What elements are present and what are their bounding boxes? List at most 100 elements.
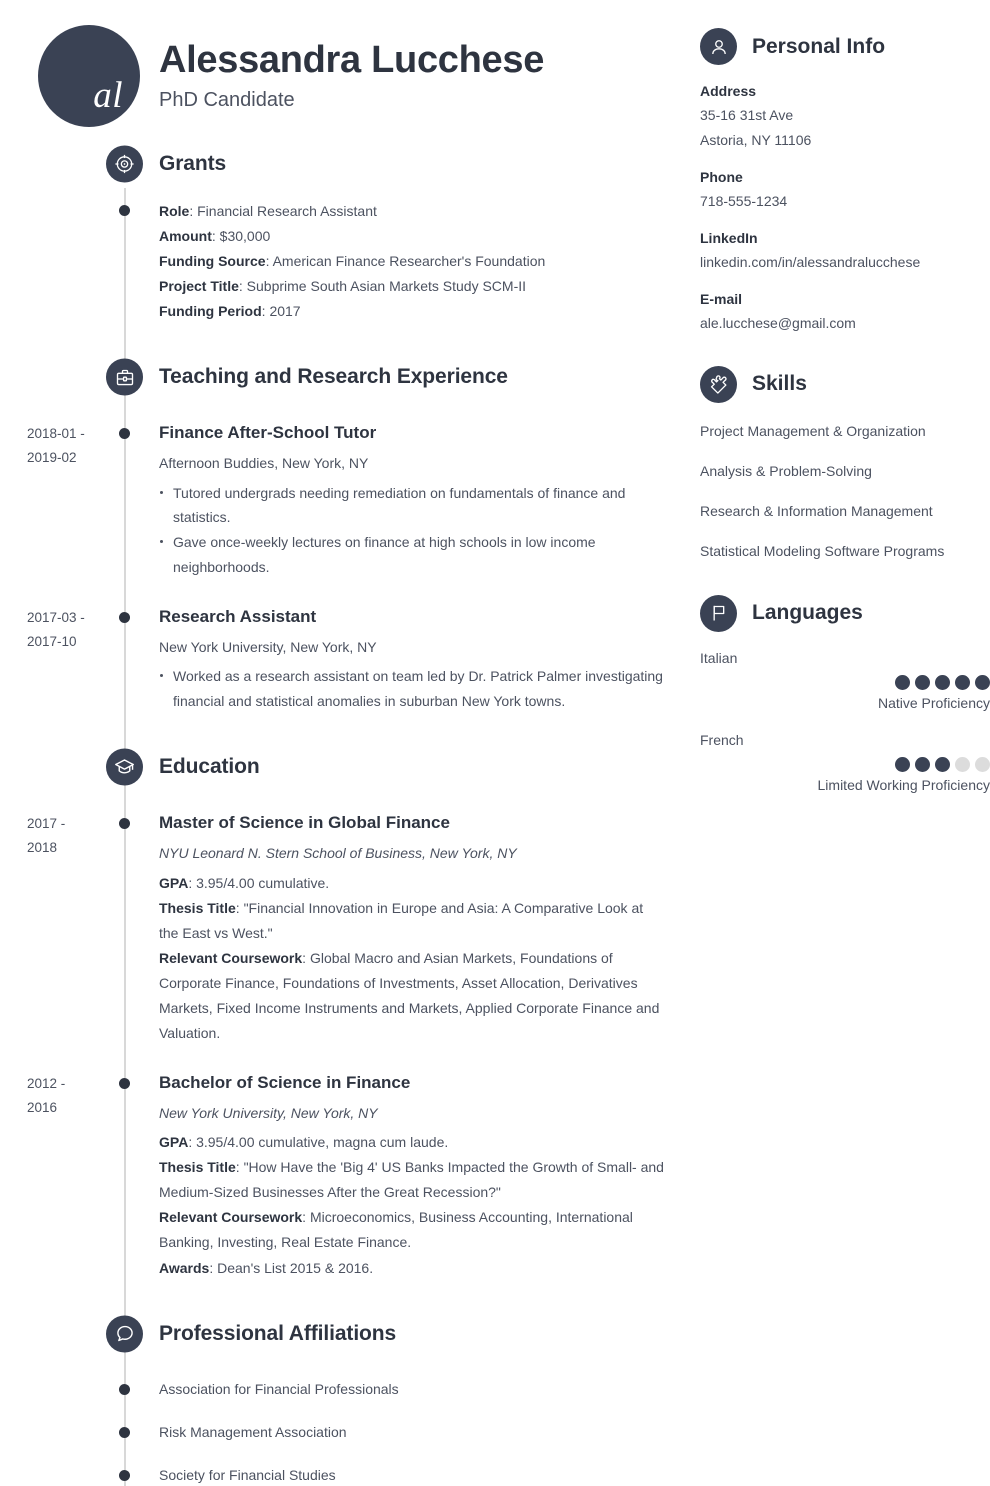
entry-subtitle: NYU Leonard N. Stern School of Business,… <box>159 845 517 862</box>
personal-info-fields: Address 35-16 31st Ave Astoria, NY 11106… <box>700 83 990 336</box>
page-title: Alessandra Lucchese <box>159 39 545 81</box>
education-field: Relevant Coursework: Microeconomics, Bus… <box>159 1209 633 1251</box>
education-entry: 2017 - 2018 Master of Science in Global … <box>0 812 690 1046</box>
timeline-dot <box>119 428 130 440</box>
language-name: Italian <box>700 649 738 666</box>
grant-field: Funding Period: 2017 <box>159 303 301 320</box>
grant-field: Role: Financial Research Assistant <box>159 203 377 219</box>
briefcase-icon <box>106 358 143 396</box>
affiliation-row: Risk Management Association <box>0 1422 690 1443</box>
experience-entry: 2018-01 - 2019-02 Finance After-School T… <box>0 422 690 579</box>
language-level: Limited Working Proficiency <box>817 776 990 793</box>
sidebar-header-personal-info: Personal Info <box>700 28 990 65</box>
affiliation-label: Association for Financial Professionals <box>159 1380 399 1397</box>
info-value-email[interactable]: ale.lucchese@gmail.com <box>700 311 990 336</box>
list-item: Tutored undergrads needing remediation o… <box>159 481 664 530</box>
info-label-address: Address <box>700 83 757 99</box>
proficiency-dot <box>975 756 990 772</box>
section-title-grants: Grants <box>159 152 227 175</box>
entry-subtitle: New York University, New York, NY <box>159 639 377 656</box>
section-header-experience: Teaching and Research Experience <box>0 358 690 396</box>
list-item: Worked as a research assistant on team l… <box>159 664 664 713</box>
skill-item: Statistical Modeling Software Programs <box>700 542 945 559</box>
education-field: Relevant Coursework: Global Macro and As… <box>159 949 660 1041</box>
info-value-phone: 718-555-1234 <box>700 192 788 209</box>
language-level: Native Proficiency <box>877 694 990 711</box>
section-title-experience: Teaching and Research Experience <box>159 365 508 389</box>
education-field: Thesis Title: "Financial Innovation in E… <box>159 899 644 941</box>
grants-list: Role: Financial Research Assistant Amoun… <box>159 199 664 324</box>
proficiency-dot <box>915 674 930 690</box>
sidebar-title-languages: Languages <box>752 601 863 625</box>
education-details: GPA: 3.95/4.00 cumulative, magna cum lau… <box>159 1130 664 1280</box>
timeline-dot <box>119 612 130 624</box>
flag-icon <box>700 594 737 632</box>
entry-dates: 2018-01 - 2019-02 <box>27 426 85 466</box>
language-entry: Italian Native Proficiency <box>700 650 990 711</box>
entry-title: Research Assistant <box>159 607 317 627</box>
education-field: Awards: Dean's List 2015 & 2016. <box>159 1259 374 1276</box>
proficiency-dots <box>700 674 990 690</box>
entry-dates: 2012 - 2016 <box>27 1075 66 1115</box>
entry-subtitle: Afternoon Buddies, New York, NY <box>159 455 369 472</box>
grant-field: Project Title: Subprime South Asian Mark… <box>159 278 527 295</box>
section-header-education: Education <box>0 748 690 786</box>
proficiency-dots <box>700 756 990 772</box>
affiliation-row: Society for Financial Studies <box>0 1465 690 1486</box>
affiliation-label: Risk Management Association <box>159 1423 347 1440</box>
grant-field: Amount: $30,000 <box>159 228 271 245</box>
sidebar-title-personal-info: Personal Info <box>752 34 886 58</box>
list-item: Gave once-weekly lectures on finance at … <box>159 530 664 579</box>
person-icon <box>700 28 737 65</box>
proficiency-dot <box>955 756 970 772</box>
education-field: GPA: 3.95/4.00 cumulative. <box>159 874 330 891</box>
timeline-dot <box>119 1469 130 1481</box>
proficiency-dot <box>895 756 910 772</box>
entry-title: Bachelor of Science in Finance <box>159 1072 411 1092</box>
resume-header: al Alessandra Lucchese PhD Candidate <box>0 25 690 127</box>
entry-bullets: Tutored undergrads needing remediation o… <box>159 481 664 579</box>
job-title: PhD Candidate <box>159 88 295 111</box>
affiliation-row: Association for Financial Professionals <box>0 1379 690 1400</box>
sidebar: Personal Info Address 35-16 31st Ave Ast… <box>700 0 990 814</box>
info-label-email: E-mail <box>700 290 743 307</box>
section-header-grants: Grants <box>0 145 690 183</box>
resume-page: al Alessandra Lucchese PhD Candidate Gra… <box>0 0 990 1486</box>
entry-subtitle: New York University, New York, NY <box>159 1104 378 1121</box>
header-text: Alessandra Lucchese PhD Candidate <box>159 25 544 112</box>
skill-item: Project Management & Organization <box>700 422 926 439</box>
avatar-monogram: al <box>93 75 123 116</box>
affiliation-label: Society for Financial Studies <box>159 1466 336 1483</box>
info-value-address-line2: Astoria, NY 11106 <box>700 131 812 148</box>
entry-title: Finance After-School Tutor <box>159 423 377 443</box>
entry-bullets: Worked as a research assistant on team l… <box>159 664 664 713</box>
entry-title: Master of Science in Global Finance <box>159 813 450 833</box>
avatar: al <box>38 25 140 127</box>
speech-bubble-icon <box>106 1315 143 1353</box>
info-value-address-line1: 35-16 31st Ave <box>700 107 794 123</box>
sidebar-header-skills: Skills <box>700 365 990 403</box>
entry-dates: 2017 - 2018 <box>27 816 66 856</box>
graduation-cap-icon <box>106 748 143 786</box>
section-header-affiliations: Professional Affiliations <box>0 1315 690 1353</box>
skills-list: Project Management & Organization Analys… <box>700 421 990 562</box>
education-field: Thesis Title: "How Have the 'Big 4' US B… <box>159 1159 664 1201</box>
grants-entry: Role: Financial Research Assistant Amoun… <box>0 199 690 324</box>
main-column: al Alessandra Lucchese PhD Candidate Gra… <box>0 0 690 1486</box>
sidebar-header-languages: Languages <box>700 594 990 632</box>
section-title-education: Education <box>159 755 260 779</box>
education-details: GPA: 3.95/4.00 cumulative. Thesis Title:… <box>159 871 664 1046</box>
languages-list: Italian Native Proficiency French Limite… <box>700 650 990 793</box>
experience-entry: 2017-03 - 2017-10 Research Assistant New… <box>0 606 690 713</box>
education-entry: 2012 - 2016 Bachelor of Science in Finan… <box>0 1072 690 1281</box>
skill-item: Research & Information Management <box>700 502 933 519</box>
section-title-affiliations: Professional Affiliations <box>159 1321 397 1345</box>
entry-dates: 2017-03 - 2017-10 <box>27 610 85 650</box>
sections-container: Grants Role: Financial Research Assistan… <box>0 145 690 1486</box>
info-value-linkedin[interactable]: linkedin.com/in/alessandralucchese <box>700 250 990 275</box>
language-entry: French Limited Working Proficiency <box>700 732 990 793</box>
grant-field: Funding Source: American Finance Researc… <box>159 253 546 270</box>
skill-item: Analysis & Problem-Solving <box>700 462 872 479</box>
target-icon <box>106 145 143 183</box>
timeline-dot <box>119 1426 130 1438</box>
